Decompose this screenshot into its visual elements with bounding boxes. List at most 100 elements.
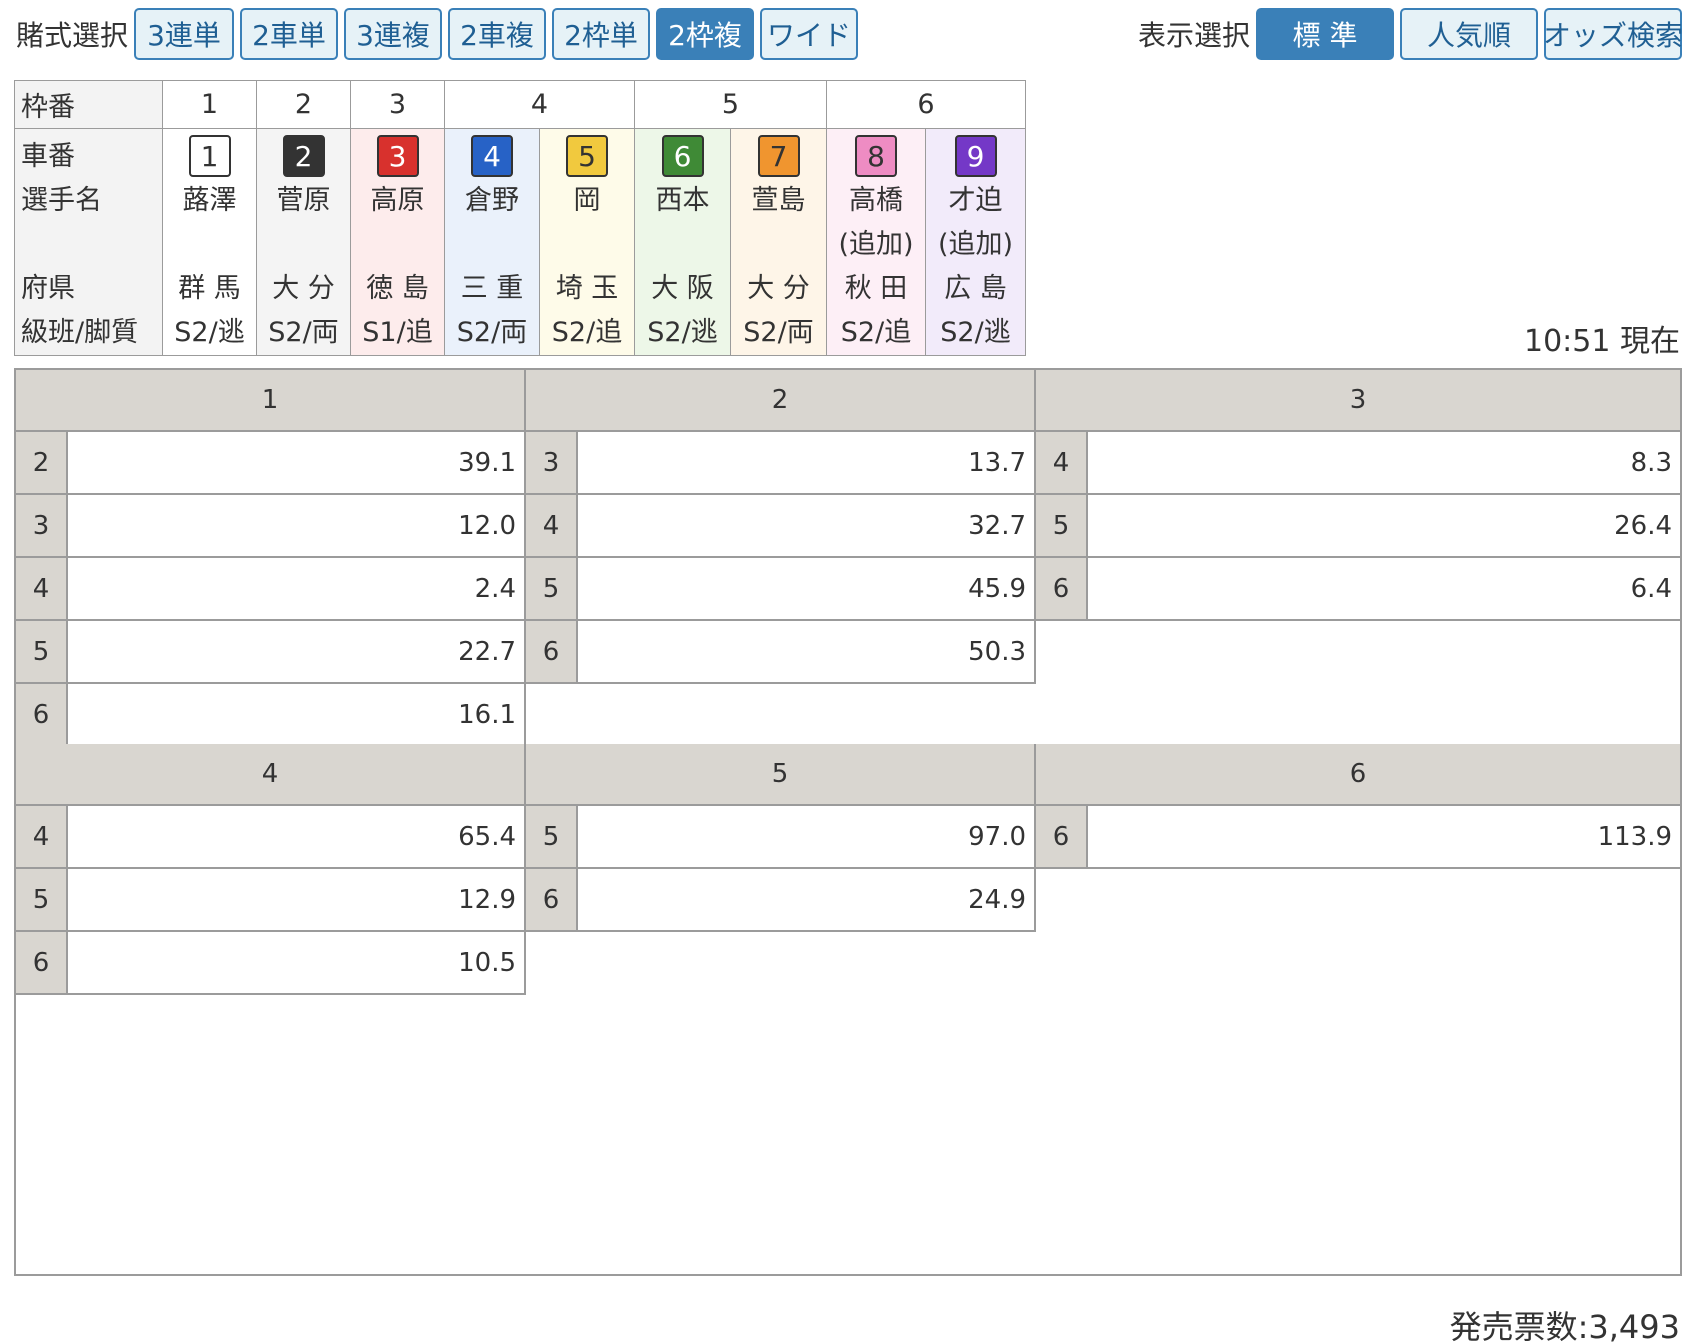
frame-number-row: 枠番 123456 (14, 80, 1026, 129)
rider-name: 倉野 (465, 185, 519, 216)
odds-value[interactable]: 2.4 (68, 558, 524, 619)
odds-row: 6 10.5 (16, 932, 526, 995)
odds-partner-frame: 5 (1036, 495, 1088, 556)
odds-value[interactable]: 10.5 (68, 932, 524, 993)
odds-row: 4 32.7 (526, 495, 1036, 558)
rider-class-style: S2/追 (840, 317, 912, 348)
rider-prefecture: 埼 玉 (555, 273, 619, 304)
odds-grid: 1 2 39.1 3 12.0 4 2.4 5 22.7 6 16.1 2 3 13.7 4 32.7 5 45.… (14, 368, 1682, 1276)
odds-value[interactable]: 16.1 (68, 684, 524, 745)
rider-prefecture: 大 阪 (651, 273, 714, 304)
frame-number-5: 5 (634, 80, 827, 129)
rider-column-1: 1 蕗澤群 馬 S2/逃 (162, 128, 257, 356)
odds-value[interactable]: 65.4 (68, 806, 524, 867)
bet-type-button-0[interactable]: 3連単 (134, 8, 235, 60)
rider-class-style: S2/逃 (647, 317, 718, 348)
odds-row: 4 8.3 (1036, 432, 1680, 495)
rider-prefecture: 大 分 (272, 273, 335, 304)
odds-value[interactable]: 24.9 (578, 869, 1034, 930)
odds-partner-frame: 4 (1036, 432, 1088, 493)
frame-number-4: 4 (444, 80, 635, 129)
odds-partner-frame: 4 (16, 558, 68, 619)
odds-row: 5 26.4 (1036, 495, 1680, 558)
odds-row: 6 24.9 (526, 869, 1036, 932)
odds-value[interactable]: 12.9 (68, 869, 524, 930)
rider-prefecture: 大 分 (747, 273, 810, 304)
odds-value[interactable]: 113.9 (1088, 806, 1680, 867)
view-mode-button-0[interactable]: 標 準 (1256, 8, 1394, 60)
bet-type-button-6[interactable]: ワイド (760, 8, 859, 60)
class-header: 級班/脚質 (21, 317, 139, 348)
rider-info-headers: 車番 選手名 府県 級班/脚質 (14, 128, 163, 356)
odds-value[interactable]: 39.1 (68, 432, 524, 493)
odds-partner-frame: 6 (16, 932, 68, 993)
rider-prefecture: 徳 島 (366, 273, 429, 304)
view-mode-button-1[interactable]: 人気順 (1400, 8, 1538, 60)
view-mode-button-2[interactable]: オッズ検索 (1543, 8, 1683, 60)
frame-number-3: 3 (350, 80, 445, 129)
bet-type-button-1[interactable]: 2車単 (240, 8, 339, 60)
pref-header: 府県 (21, 273, 75, 304)
odds-row: 3 13.7 (526, 432, 1036, 495)
odds-row: 5 97.0 (526, 806, 1036, 869)
rider-column-8: 8 高橋 (追加) 秋 田 S2/追 (826, 128, 926, 356)
ticket-sales-count: 発売票数:3,493 (1449, 1308, 1680, 1344)
rider-class-style: S2/両 (268, 317, 339, 348)
rider-prefecture: 広 島 (944, 273, 1007, 304)
odds-block-header: 4 (16, 744, 526, 806)
odds-partner-frame: 4 (526, 495, 578, 556)
odds-value[interactable]: 12.0 (68, 495, 524, 556)
rider-note: (追加) (937, 229, 1014, 260)
odds-partner-frame: 3 (16, 495, 68, 556)
name-header: 選手名 (21, 185, 102, 216)
odds-row: 6 113.9 (1036, 806, 1680, 869)
odds-value[interactable]: 45.9 (578, 558, 1034, 619)
odds-block-header: 5 (526, 744, 1036, 806)
selector-bar: 賭式選択 3連単 2車単 3連複 2車複 2枠単 2枠複 ワイド 表示選択 標 準人気順 オッ… (16, 8, 1683, 60)
car-header: 車番 (21, 141, 75, 172)
odds-partner-frame: 6 (1036, 558, 1088, 619)
bet-type-button-2[interactable]: 3連複 (344, 8, 443, 60)
odds-value[interactable]: 32.7 (578, 495, 1034, 556)
rider-name: 高橋 (849, 185, 903, 216)
view-mode-label: 表示選択 (1137, 19, 1250, 52)
rider-column-7: 7 萱島大 分 S2/両 (730, 128, 827, 356)
car-number-badge: 2 (282, 135, 325, 177)
odds-value[interactable]: 97.0 (578, 806, 1034, 867)
odds-value[interactable]: 8.3 (1088, 432, 1680, 493)
car-number-badge: 5 (566, 135, 608, 177)
frame-number-6: 6 (826, 80, 1026, 129)
odds-partner-frame: 6 (526, 621, 578, 682)
rider-class-style: S2/追 (551, 317, 623, 348)
odds-partner-frame: 5 (16, 621, 68, 682)
rider-info-row: 車番 選手名 府県 級班/脚質 1 蕗澤群 馬 S2/逃 2 菅原大 分 S2/両 3 高原徳… (14, 128, 1026, 356)
rider-name: 蕗澤 (182, 185, 237, 216)
rider-column-5: 5 岡埼 玉 S2/追 (539, 128, 635, 356)
rider-column-4: 4 倉野三 重 S2/両 (444, 128, 540, 356)
odds-row: 3 12.0 (16, 495, 526, 558)
car-number-badge: 1 (188, 135, 231, 177)
odds-value[interactable]: 13.7 (578, 432, 1034, 493)
odds-partner-frame: 6 (16, 684, 68, 745)
bet-type-button-4[interactable]: 2枠単 (552, 8, 651, 60)
rider-name: 菅原 (276, 185, 331, 216)
rider-name: 高原 (370, 185, 425, 216)
bet-type-button-5[interactable]: 2枠複 (656, 8, 755, 60)
odds-row: 6 16.1 (16, 684, 526, 747)
odds-block-header: 3 (1036, 370, 1680, 432)
rider-prefecture: 三 重 (460, 273, 524, 304)
odds-value[interactable]: 6.4 (1088, 558, 1680, 619)
odds-value[interactable]: 22.7 (68, 621, 524, 682)
car-number-badge: 4 (471, 135, 513, 177)
car-number-badge: 8 (855, 135, 897, 177)
bet-type-button-3[interactable]: 2車複 (448, 8, 547, 60)
rider-class-style: S1/追 (362, 317, 433, 348)
odds-value[interactable]: 26.4 (1088, 495, 1680, 556)
car-number-badge: 9 (954, 135, 997, 177)
rider-name: 岡 (573, 185, 601, 216)
frame-number-1: 1 (162, 80, 257, 129)
odds-value[interactable]: 50.3 (578, 621, 1034, 682)
rider-class-style: S2/逃 (940, 317, 1011, 348)
odds-partner-frame: 5 (526, 806, 578, 867)
rider-name: 萱島 (751, 185, 806, 216)
